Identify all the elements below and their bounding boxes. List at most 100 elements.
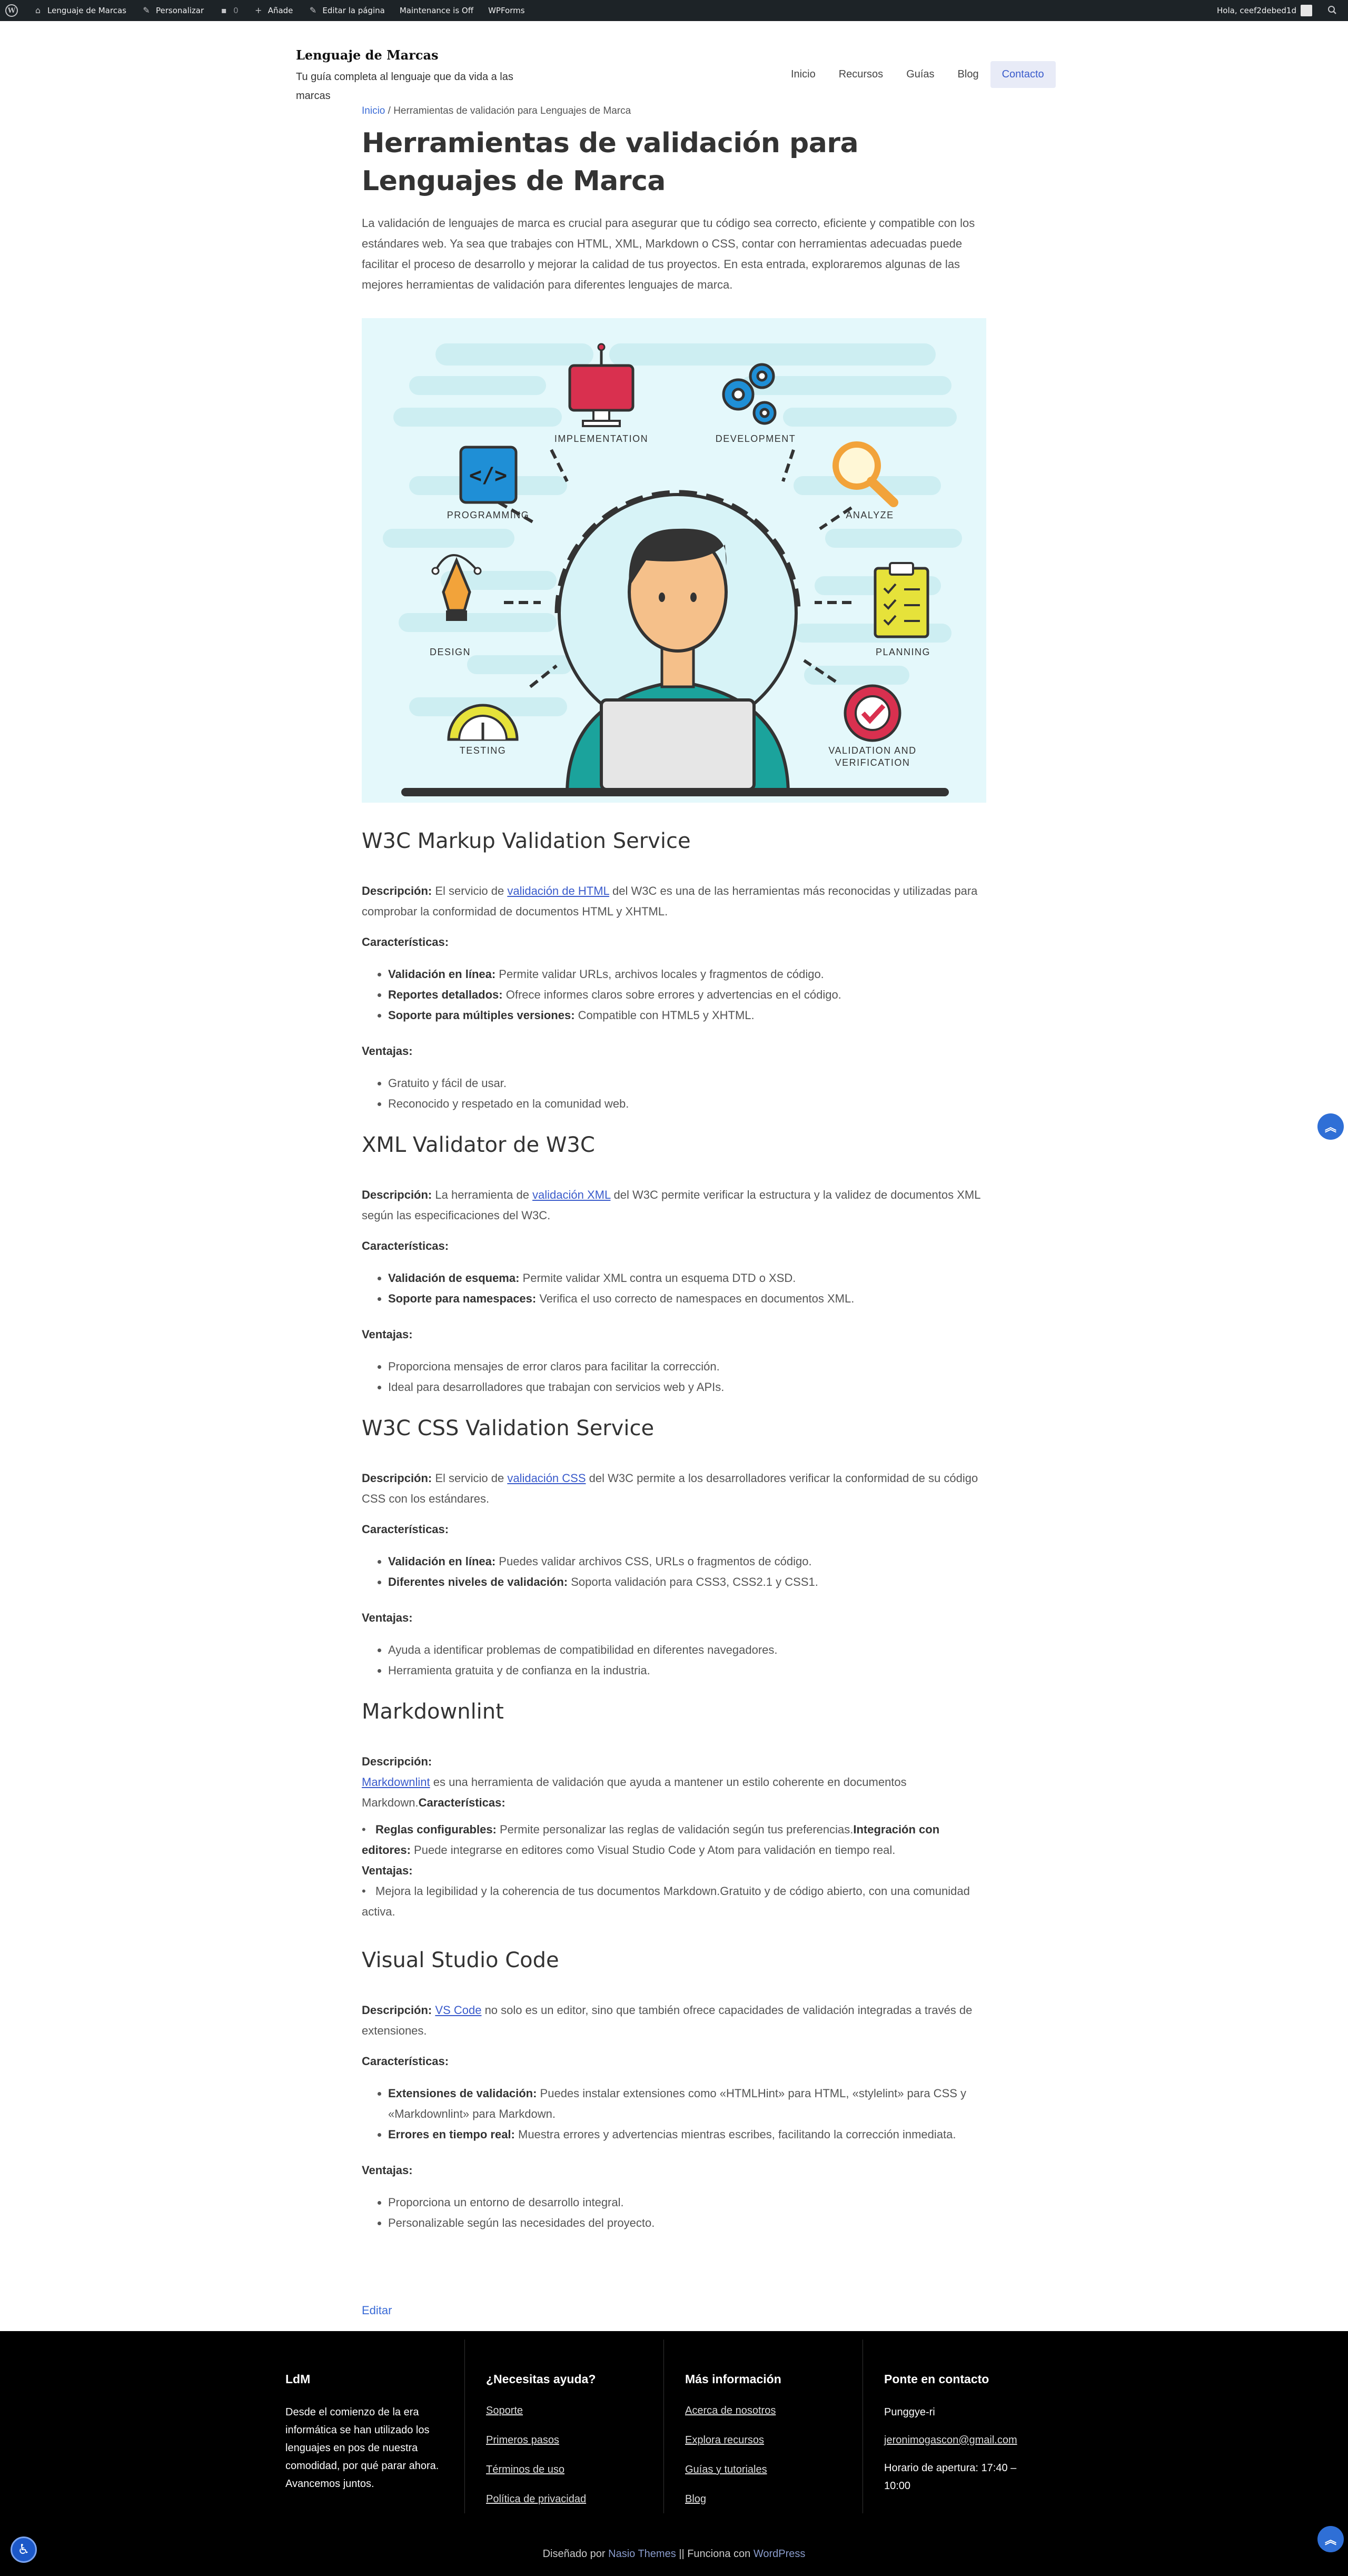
nav-item-blog[interactable]: Blog (946, 61, 990, 88)
admin-comments-count: 0 (233, 6, 239, 15)
admin-maintenance-label: Maintenance is Off (399, 6, 474, 15)
feature-title: Reglas configurables: (375, 1823, 497, 1836)
label-validation-1: VALIDATION AND (828, 745, 916, 756)
scroll-top-button[interactable]: ︽ (1317, 1113, 1344, 1140)
advantages-heading: Ventajas: (362, 1044, 413, 1058)
breadcrumb-current: Herramientas de validación para Lenguaje… (393, 105, 631, 116)
list-item: Reportes detallados: Ofrece informes cla… (388, 984, 986, 1005)
footer-hours: Horario de apertura: 17:40 – 10:00 (884, 2462, 1017, 2492)
section-title-w3c-css: W3C CSS Validation Service (362, 1416, 655, 1440)
admin-comments-link[interactable]: ▪ 0 (219, 5, 239, 16)
section-title-xml-validator: XML Validator de W3C (362, 1133, 595, 1157)
nav-item-inicio[interactable]: Inicio (779, 61, 827, 88)
pencil-icon: ✎ (309, 5, 317, 15)
validation-icon (844, 684, 901, 742)
admin-greeting: Hola, ceef2debed1d (1217, 6, 1296, 15)
section-desc-markdownlint: Descripción: Markdownlint es una herrami… (362, 1751, 986, 1813)
advantages-heading: Ventajas: (362, 2164, 413, 2177)
list-item: Personalizable según las necesidades del… (388, 2213, 986, 2233)
advantages-list: Gratuito y fácil de usar. Reconocido y r… (362, 1073, 986, 1114)
link-validacion-html[interactable]: validación de HTML (507, 884, 609, 897)
site-title[interactable]: Lenguaje de Marcas (296, 47, 439, 63)
features-list: Validación en línea: Permite validar URL… (362, 964, 986, 1025)
label-programming: PROGRAMMING (447, 510, 530, 520)
admin-wpforms-label: WPForms (488, 6, 525, 15)
list-item: Ayuda a identificar problemas de compati… (388, 1640, 986, 1660)
link-markdownlint[interactable]: Markdownlint (362, 1775, 430, 1789)
site-header: Lenguaje de Marcas Tu guía completa al l… (0, 21, 1348, 102)
admin-maintenance-link[interactable]: Maintenance is Off (400, 6, 473, 15)
footer-credits: Diseñado por Nasio Themes || Funciona co… (0, 2548, 1348, 2560)
list-item: Diferentes niveles de validación: Soport… (388, 1572, 986, 1592)
footer-email-link[interactable]: jeronimogascon@gmail.com (884, 2433, 1063, 2447)
admin-wpforms-link[interactable]: WPForms (488, 6, 524, 15)
list-item: Errores en tiempo real: Muestra errores … (388, 2124, 986, 2145)
nav-item-contacto[interactable]: Contacto (990, 61, 1056, 88)
list-item: Soporte para namespaces: Verifica el uso… (388, 1288, 986, 1309)
link-validacion-css[interactable]: validación CSS (507, 1472, 586, 1485)
footer-link-primeros-pasos[interactable]: Primeros pasos (486, 2433, 663, 2447)
footer-place: Punggye-ri (884, 2406, 935, 2418)
footer-link-soporte[interactable]: Soporte (486, 2403, 663, 2418)
footer-link-terminos[interactable]: Términos de uso (486, 2462, 663, 2477)
nav-item-recursos[interactable]: Recursos (827, 61, 895, 88)
credits-wordpress-link[interactable]: WordPress (754, 2548, 806, 2560)
features-list: Validación de esquema: Permite validar X… (362, 1268, 986, 1309)
list-item: Validación en línea: Puedes validar arch… (388, 1551, 986, 1572)
list-item: Herramienta gratuita y de confianza en l… (388, 1660, 986, 1681)
site-tagline: Tu guía completa al lenguaje que da vida… (296, 71, 513, 102)
breadcrumb-home[interactable]: Inicio (362, 105, 385, 116)
wordpress-logo-icon[interactable]: W (5, 4, 18, 17)
feature-text: Permite personalizar las reglas de valid… (496, 1823, 854, 1836)
features-list: Validación en línea: Puedes validar arch… (362, 1551, 986, 1592)
admin-account-link[interactable]: Hola, ceef2debed1d (1217, 5, 1312, 16)
link-validacion-xml[interactable]: validación XML (532, 1188, 610, 1201)
credits-text: Diseñado por (542, 2548, 609, 2560)
advantages-list: Proporciona un entorno de desarrollo int… (362, 2192, 986, 2233)
footer-scroll-top-button[interactable]: ︽ (1317, 2526, 1344, 2552)
intro-paragraph: La validación de lenguajes de marca es c… (362, 216, 975, 291)
footer-link-recursos[interactable]: Explora recursos (685, 2433, 863, 2447)
admin-new-label: Añade (267, 6, 293, 15)
label-development: DEVELOPMENT (716, 433, 796, 444)
credits-theme-link[interactable]: Nasio Themes (608, 2548, 676, 2560)
edit-link[interactable]: Editar (362, 2304, 392, 2317)
section-title-markdownlint: Markdownlint (362, 1700, 504, 1724)
desc-label: Descripción: (362, 1755, 432, 1768)
admin-site-label: Lenguaje de Marcas (47, 6, 126, 15)
footer-heading: ¿Necesitas ayuda? (486, 2372, 596, 2386)
advantages-heading: Ventajas: (362, 1611, 413, 1624)
home-icon: ⌂ (35, 5, 41, 15)
admin-new-link[interactable]: + Añade (253, 5, 293, 16)
admin-customize-link[interactable]: ✎ Personalizar (141, 5, 204, 16)
accessibility-button[interactable]: ♿ (11, 2536, 37, 2563)
features-heading: Características: (362, 2055, 449, 2068)
footer-link-blog[interactable]: Blog (685, 2492, 863, 2506)
desc-label: Descripción: (362, 1472, 432, 1485)
footer-link-privacidad[interactable]: Política de privacidad (486, 2492, 663, 2506)
nav-item-guias[interactable]: Guías (895, 61, 946, 88)
site-footer: LdM Desde el comienzo de la era informát… (0, 2331, 1348, 2576)
main-nav: Inicio Recursos Guías Blog Contacto (779, 61, 1056, 88)
section-desc-w3c-css: Descripción: El servicio de validación C… (362, 1468, 986, 1509)
features-heading: Características: (362, 1523, 449, 1536)
footer-link-guias[interactable]: Guías y tutoriales (685, 2462, 863, 2477)
comment-icon: ▪ (221, 5, 227, 15)
advantages-heading: Ventajas: (362, 1328, 413, 1341)
footer-link-acerca[interactable]: Acerca de nosotros (685, 2403, 863, 2418)
desc-label: Descripción: (362, 884, 432, 897)
advantages-heading: Ventajas: (362, 1864, 413, 1877)
desc-text: El servicio de (432, 1472, 508, 1485)
chevron-up-icon: ︽ (1324, 2533, 1336, 2547)
features-heading: Características: (362, 935, 449, 949)
admin-site-link[interactable]: ⌂ Lenguaje de Marcas (33, 5, 126, 16)
list-item: Reconocido y respetado en la comunidad w… (388, 1093, 986, 1114)
search-icon[interactable] (1327, 5, 1337, 16)
admin-edit-label: Editar la página (322, 6, 385, 15)
admin-edit-link[interactable]: ✎ Editar la página (308, 5, 385, 16)
page-title: Herramientas de validación para Lenguaje… (362, 127, 859, 197)
admin-customize-label: Personalizar (155, 6, 204, 15)
link-vscode[interactable]: VS Code (435, 2003, 481, 2017)
list-item: Proporciona mensajes de error claros par… (388, 1356, 986, 1377)
list-item: Ideal para desarrolladores que trabajan … (388, 1377, 986, 1397)
